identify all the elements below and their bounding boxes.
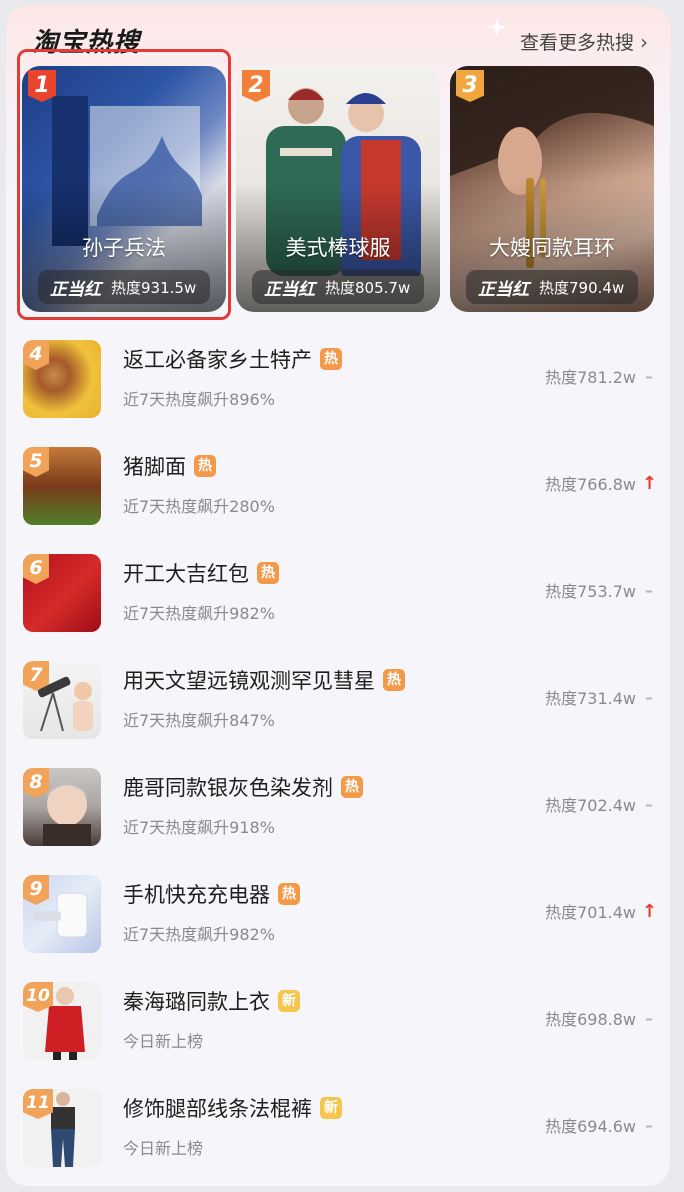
item-thumbnail: 4 bbox=[23, 340, 101, 418]
item-subtitle: 近7天热度飙升847% bbox=[123, 711, 275, 730]
item-subtitle: 今日新上榜 bbox=[123, 1032, 204, 1051]
view-more-label: 查看更多热搜 bbox=[519, 32, 634, 54]
trend-up-arrow-icon: ↑ bbox=[642, 472, 658, 494]
top-item-3[interactable]: 3 大嫂同款耳环 正当红 热度790.4w bbox=[450, 66, 654, 312]
heat-pill: 正当红 热度805.7w bbox=[252, 270, 424, 304]
hot-tag: 热 bbox=[383, 669, 405, 691]
item-title: 鹿哥同款银灰色染发剂热 bbox=[123, 772, 363, 802]
top-item-name: 大嫂同款耳环 bbox=[489, 236, 615, 260]
item-heat: 热度753.7w – bbox=[545, 578, 656, 602]
rank-badge-3: 3 bbox=[456, 70, 484, 102]
item-heat: 热度731.4w – bbox=[545, 685, 656, 709]
item-thumbnail: 9 bbox=[23, 875, 101, 953]
list-item[interactable]: 9 手机快充充电器热 近7天热度飙升982% 热度701.4w ↑ bbox=[6, 875, 670, 975]
highlight-frame bbox=[17, 49, 231, 320]
list-item[interactable]: 11 修饰腿部线条法棍裤新 今日新上榜 热度694.6w – bbox=[6, 1089, 670, 1186]
item-title: 返工必备家乡土特产热 bbox=[123, 344, 342, 374]
trend-flat-icon: – bbox=[645, 1008, 653, 1028]
item-title: 秦海璐同款上衣新 bbox=[123, 986, 300, 1016]
list-item[interactable]: 10 秦海璐同款上衣新 今日新上榜 热度698.8w – bbox=[6, 982, 670, 1082]
hot-tag: 热 bbox=[194, 455, 216, 477]
hot-tag: 热 bbox=[278, 883, 300, 905]
trend-flat-icon: – bbox=[645, 580, 653, 600]
item-thumbnail: 6 bbox=[23, 554, 101, 632]
rank-badge: 6 bbox=[23, 554, 49, 584]
chevron-right-icon: › bbox=[640, 30, 648, 54]
trend-flat-icon: – bbox=[645, 1115, 653, 1135]
rank-badge: 4 bbox=[23, 340, 49, 370]
hot-search-card: 淘宝热搜 查看更多热搜 › 1 孙子兵法 正当红 热度931.5w 2 美式棒球… bbox=[6, 6, 670, 1186]
hot-tag: 热 bbox=[341, 776, 363, 798]
item-subtitle: 近7天热度飙升280% bbox=[123, 497, 275, 516]
item-heat: 热度701.4w ↑ bbox=[545, 900, 658, 923]
heat-value: 热度805.7w bbox=[325, 278, 411, 297]
hot-tag: 热 bbox=[320, 348, 342, 370]
zhengdanghong-brand: 正当红 bbox=[478, 279, 529, 300]
item-subtitle: 近7天热度飙升982% bbox=[123, 925, 275, 944]
item-heat: 热度702.4w – bbox=[545, 792, 656, 816]
item-heat: 热度781.2w – bbox=[545, 364, 656, 388]
heat-value: 热度790.4w bbox=[539, 278, 625, 297]
item-title: 用天文望远镜观测罕见彗星热 bbox=[123, 665, 405, 695]
sparkle-icon bbox=[487, 17, 507, 37]
item-thumbnail: 5 bbox=[23, 447, 101, 525]
hot-tag: 热 bbox=[257, 562, 279, 584]
item-heat: 热度698.8w – bbox=[545, 1006, 656, 1030]
item-thumbnail: 7 bbox=[23, 661, 101, 739]
item-title: 修饰腿部线条法棍裤新 bbox=[123, 1093, 342, 1123]
top-item-name: 美式棒球服 bbox=[285, 236, 391, 260]
item-title: 手机快充充电器热 bbox=[123, 879, 300, 909]
item-subtitle: 近7天热度飙升896% bbox=[123, 390, 275, 409]
trend-flat-icon: – bbox=[645, 366, 653, 386]
list-item[interactable]: 6 开工大吉红包热 近7天热度飙升982% 热度753.7w – bbox=[6, 554, 670, 654]
list-item[interactable]: 4 返工必备家乡土特产热 近7天热度飙升896% 热度781.2w – bbox=[6, 340, 670, 440]
zhengdanghong-brand: 正当红 bbox=[264, 279, 315, 300]
list-item[interactable]: 8 鹿哥同款银灰色染发剂热 近7天热度飙升918% 热度702.4w – bbox=[6, 768, 670, 868]
item-thumbnail: 8 bbox=[23, 768, 101, 846]
rank-badge: 5 bbox=[23, 447, 49, 477]
list-item[interactable]: 5 猪脚面热 近7天热度飙升280% 热度766.8w ↑ bbox=[6, 447, 670, 547]
view-more-link[interactable]: 查看更多热搜 › bbox=[520, 28, 648, 55]
item-subtitle: 近7天热度飙升982% bbox=[123, 604, 275, 623]
item-subtitle: 近7天热度飙升918% bbox=[123, 818, 275, 837]
item-title: 猪脚面热 bbox=[123, 451, 216, 481]
heat-pill: 正当红 热度790.4w bbox=[466, 270, 638, 304]
trend-flat-icon: – bbox=[645, 687, 653, 707]
trend-up-arrow-icon: ↑ bbox=[642, 900, 658, 922]
item-title: 开工大吉红包热 bbox=[123, 558, 279, 588]
item-thumbnail: 11 bbox=[23, 1089, 101, 1167]
trend-flat-icon: – bbox=[645, 794, 653, 814]
item-thumbnail: 10 bbox=[23, 982, 101, 1060]
rank-badge-2: 2 bbox=[242, 70, 270, 102]
new-tag: 新 bbox=[320, 1097, 342, 1119]
item-heat: 热度694.6w – bbox=[545, 1113, 656, 1137]
list-item[interactable]: 7 用天文望远镜观测罕见彗星热 近7天热度飙升847% 热度731.4w – bbox=[6, 661, 670, 761]
top-item-2[interactable]: 2 美式棒球服 正当红 热度805.7w bbox=[236, 66, 440, 312]
item-heat: 热度766.8w ↑ bbox=[545, 472, 658, 495]
item-subtitle: 今日新上榜 bbox=[123, 1139, 204, 1158]
new-tag: 新 bbox=[278, 990, 300, 1012]
